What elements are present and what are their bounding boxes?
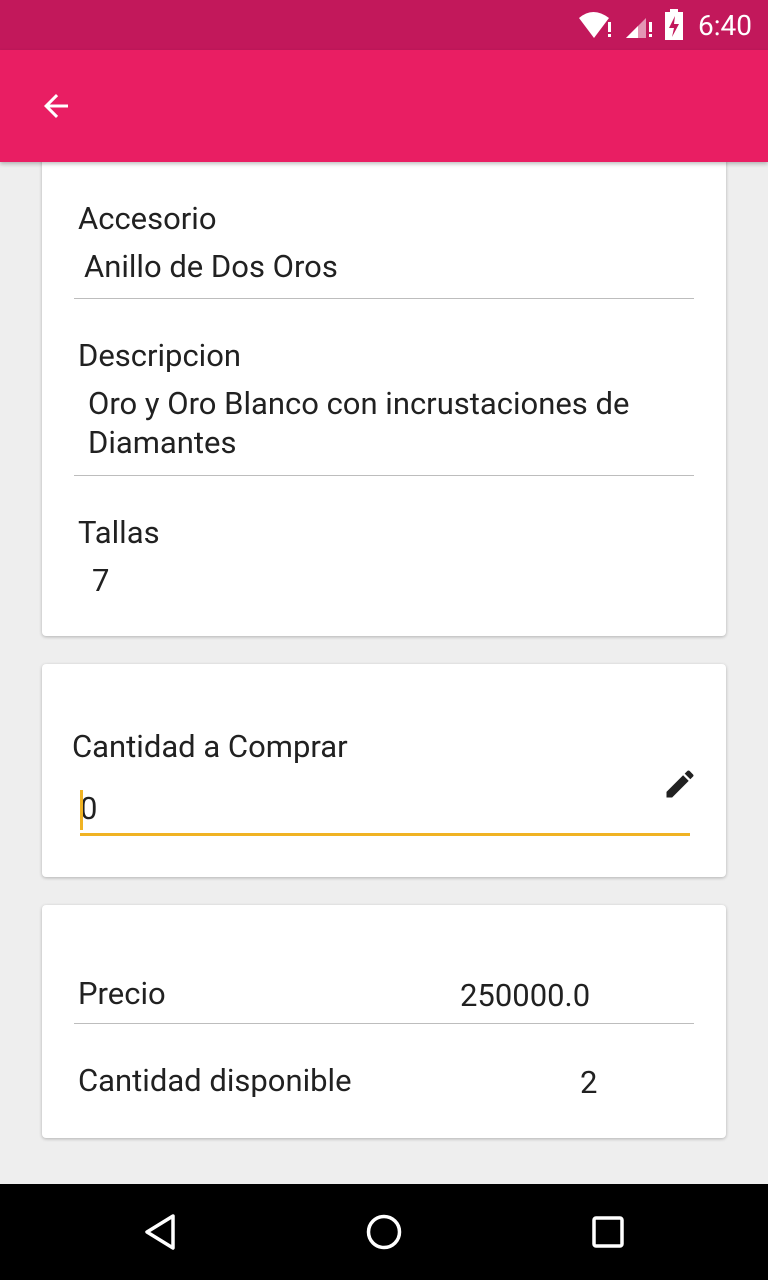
status-bar: 6:40 (0, 0, 768, 50)
available-label: Cantidad disponible (78, 1062, 352, 1099)
divider (74, 475, 694, 476)
description-line-1: Oro y Oro Blanco con incrustaciones de (88, 385, 630, 422)
nav-recents-button[interactable] (580, 1204, 636, 1260)
divider (74, 1023, 694, 1024)
battery-charging-icon (665, 9, 683, 40)
recents-square-icon (592, 1216, 624, 1248)
wifi-alert-icon (579, 12, 611, 38)
signal-alert-icon (626, 18, 652, 38)
price-value: 250000.0 (460, 977, 591, 1014)
pencil-icon[interactable] (662, 766, 698, 802)
product-details-card: Accesorio Anillo de Dos Oros Descripcion… (42, 150, 726, 636)
quantity-input[interactable]: 0 (80, 784, 690, 836)
home-circle-icon (366, 1214, 402, 1250)
navigation-bar (0, 1184, 768, 1280)
nav-back-button[interactable] (132, 1204, 188, 1260)
divider (74, 298, 694, 299)
status-time: 6:40 (698, 8, 752, 42)
app-bar (0, 50, 768, 162)
accessory-label: Accesorio (78, 200, 217, 237)
back-button[interactable] (22, 72, 90, 140)
pricing-card: Precio 250000.0 Cantidad disponible 2 (42, 905, 726, 1138)
description-label: Descripcion (78, 337, 242, 374)
sizes-value: 7 (92, 562, 110, 599)
arrow-back-icon (44, 94, 68, 118)
description-line-2: Diamantes (88, 424, 237, 461)
text-cursor (80, 790, 83, 830)
quantity-label: Cantidad a Comprar (72, 728, 348, 765)
nav-home-button[interactable] (356, 1204, 412, 1260)
price-label: Precio (78, 975, 166, 1012)
quantity-card: Cantidad a Comprar 0 (42, 664, 726, 877)
available-value: 2 (580, 1064, 598, 1101)
accessory-value: Anillo de Dos Oros (84, 248, 338, 285)
back-triangle-icon (145, 1214, 175, 1250)
sizes-label: Tallas (78, 514, 160, 551)
status-icons: 6:40 (578, 0, 752, 50)
